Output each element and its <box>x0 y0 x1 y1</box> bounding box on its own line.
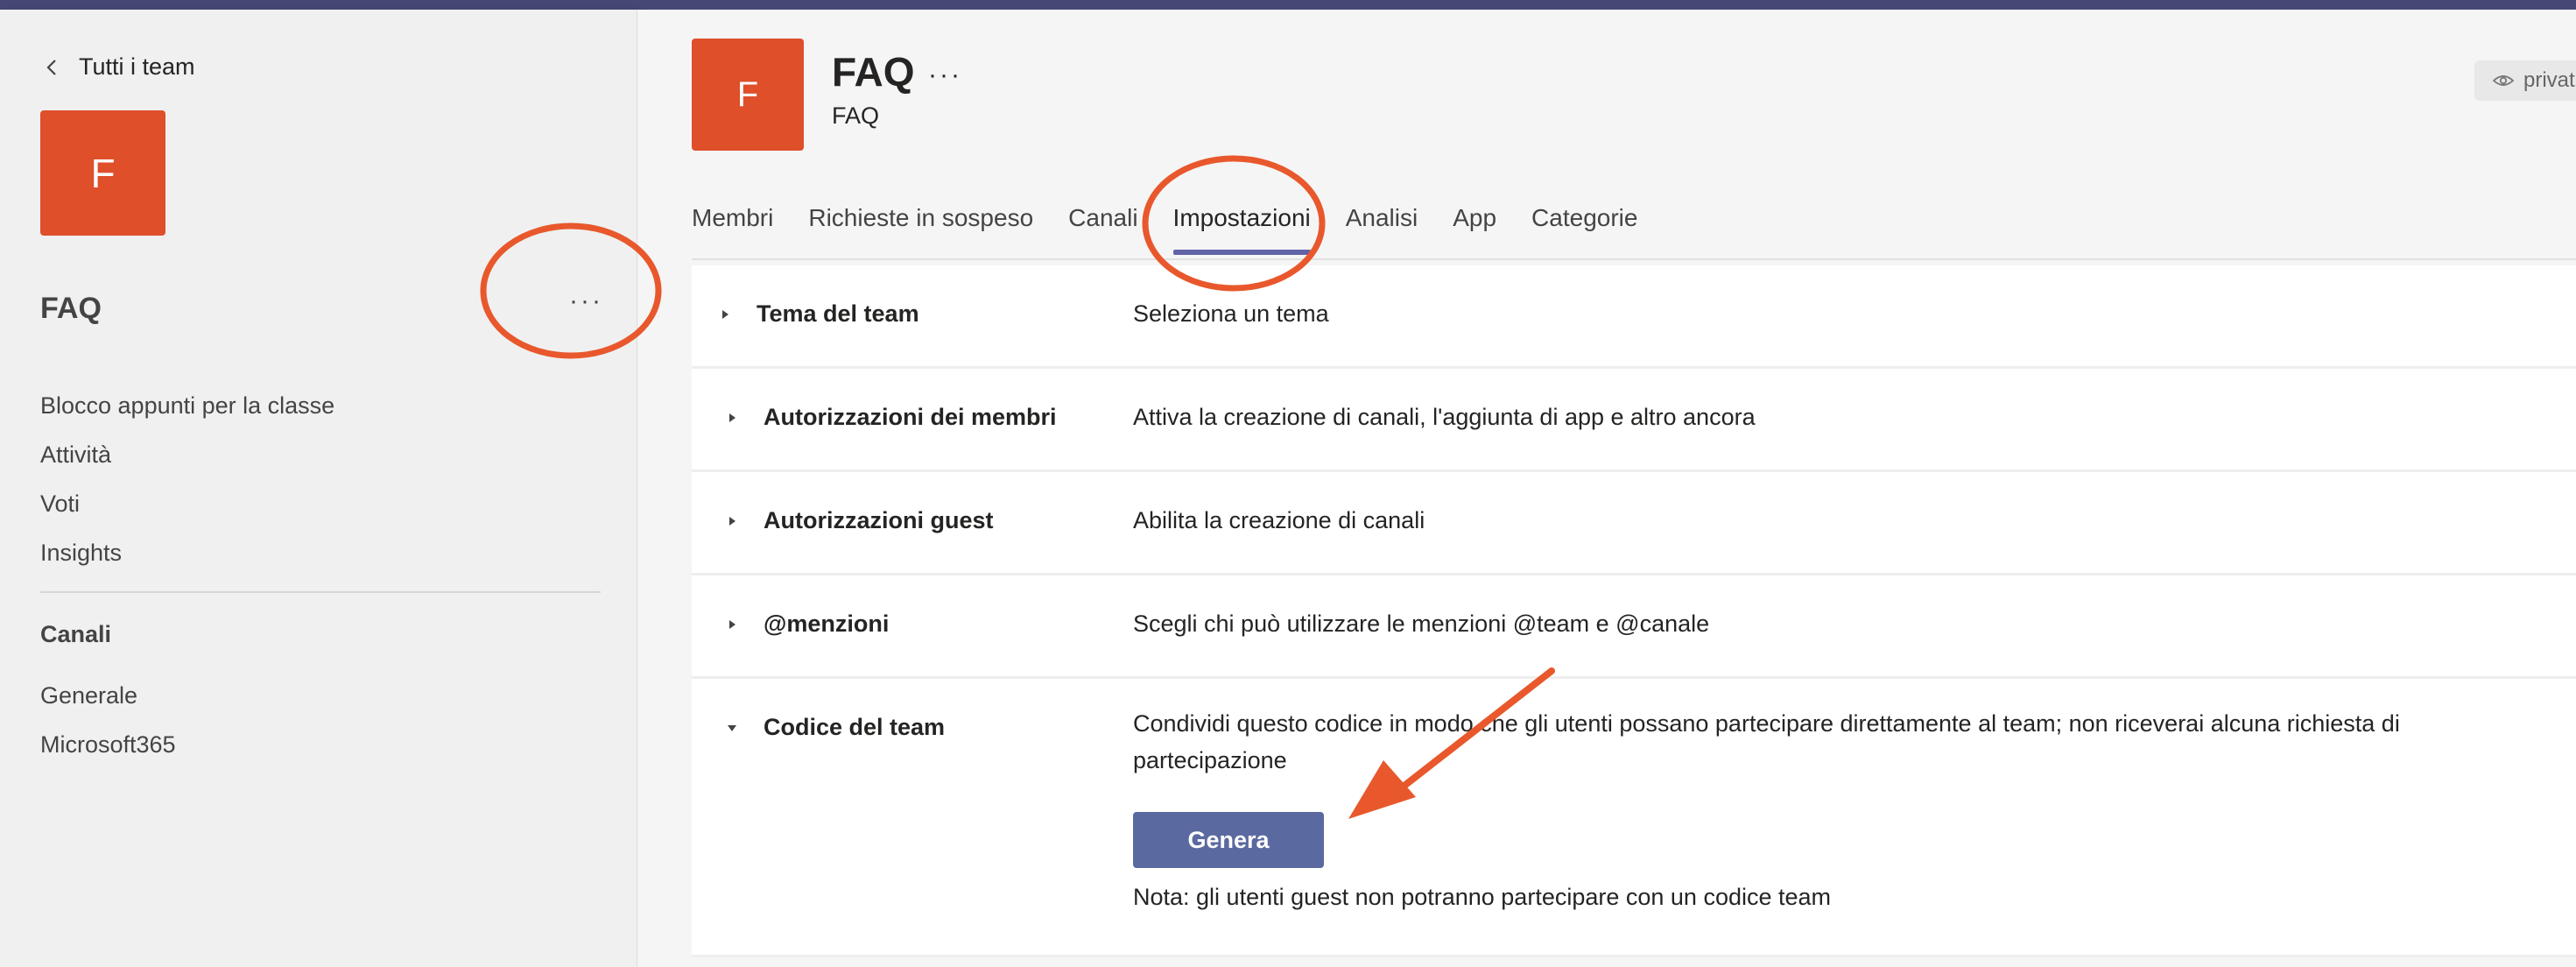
sidebar-divider <box>40 591 601 593</box>
tab-bar: Membri Richieste in sospeso Canali Impos… <box>692 202 1672 255</box>
channel-list: Generale Microsoft365 <box>40 671 176 769</box>
settings-panel: Tema del team Seleziona un tema Autorizz… <box>692 265 2576 957</box>
settings-row-label: Codice del team <box>764 714 946 740</box>
settings-row-mentions[interactable]: @menzioni Scegli chi può utilizzare le m… <box>692 575 2576 679</box>
team-name: FAQ <box>40 292 102 325</box>
tab-membri[interactable]: Membri <box>692 202 773 255</box>
tab-impostazioni[interactable]: Impostazioni <box>1172 202 1311 255</box>
nav-item-assignments[interactable]: Attività <box>40 430 334 479</box>
team-avatar-initial: F <box>90 150 116 196</box>
caret-right-icon[interactable] <box>727 413 737 423</box>
channel-item-generale[interactable]: Generale <box>40 671 176 720</box>
chevron-left-icon <box>46 59 56 75</box>
settings-row-team-theme[interactable]: Tema del team Seleziona un tema <box>692 265 2576 369</box>
channels-heading: Canali <box>40 621 112 647</box>
caret-right-icon[interactable] <box>727 516 737 526</box>
caret-right-icon[interactable] <box>720 309 730 320</box>
team-sidebar: Tutti i team F FAQ ··· Blocco appunti pe… <box>0 10 637 967</box>
settings-row-description: Attiva la creazione di canali, l'aggiunt… <box>1133 404 1756 430</box>
tab-bar-divider <box>692 258 2576 260</box>
eye-icon <box>2492 75 2515 86</box>
tab-canali[interactable]: Canali <box>1068 202 1137 255</box>
settings-row-label: @menzioni <box>764 611 890 637</box>
header-team-avatar: F <box>692 39 804 151</box>
team-avatar: F <box>40 110 165 236</box>
settings-row-description: Scegli chi può utilizzare le menzioni @t… <box>1133 611 1710 637</box>
caret-right-icon[interactable] <box>727 619 737 630</box>
team-code-note: Nota: gli utenti guest non potranno part… <box>1133 884 1832 910</box>
settings-row-label: Tema del team <box>757 300 919 327</box>
header-team-avatar-initial: F <box>736 74 759 114</box>
settings-row-label: Autorizzazioni dei membri <box>764 404 1057 430</box>
settings-row-label: Autorizzazioni guest <box>764 507 994 533</box>
page-title: FAQ <box>832 49 915 95</box>
privacy-label: privat <box>2523 68 2575 92</box>
settings-row-description: Abilita la creazione di canali <box>1133 507 1425 533</box>
settings-row-guest-permissions[interactable]: Autorizzazioni guest Abilita la creazion… <box>692 472 2576 575</box>
back-to-all-teams[interactable]: Tutti i team <box>40 53 195 81</box>
team-settings-main: F FAQ ··· FAQ privat Membri Richieste in… <box>637 10 2576 967</box>
nav-item-class-notebook[interactable]: Blocco appunti per la classe <box>40 381 334 430</box>
generate-code-button[interactable]: Genera <box>1133 812 1324 868</box>
caret-down-icon[interactable] <box>727 723 737 733</box>
app-top-bar <box>0 0 2576 10</box>
channel-item-microsoft365[interactable]: Microsoft365 <box>40 720 176 769</box>
settings-row-description: Condividi questo codice in modo che gli … <box>1133 710 2400 773</box>
settings-row-member-permissions[interactable]: Autorizzazioni dei membri Attiva la crea… <box>692 369 2576 472</box>
tab-app[interactable]: App <box>1453 202 1496 255</box>
tab-categorie[interactable]: Categorie <box>1531 202 1637 255</box>
tab-analisi[interactable]: Analisi <box>1346 202 1418 255</box>
nav-item-grades[interactable]: Voti <box>40 479 334 528</box>
nav-item-insights[interactable]: Insights <box>40 528 334 577</box>
settings-row-team-code[interactable]: Codice del team Condividi questo codice … <box>692 679 2576 957</box>
team-nav-list: Blocco appunti per la classe Attività Vo… <box>40 381 334 577</box>
privacy-badge[interactable]: privat <box>2474 60 2576 101</box>
back-label: Tutti i team <box>79 53 195 80</box>
settings-row-description: Seleziona un tema <box>1133 300 1329 327</box>
tab-richieste-in-sospeso[interactable]: Richieste in sospeso <box>808 202 1033 255</box>
page-subtitle: FAQ <box>832 102 880 129</box>
team-more-options-button[interactable]: ··· <box>569 288 603 314</box>
header-more-options-button[interactable]: ··· <box>928 60 962 90</box>
